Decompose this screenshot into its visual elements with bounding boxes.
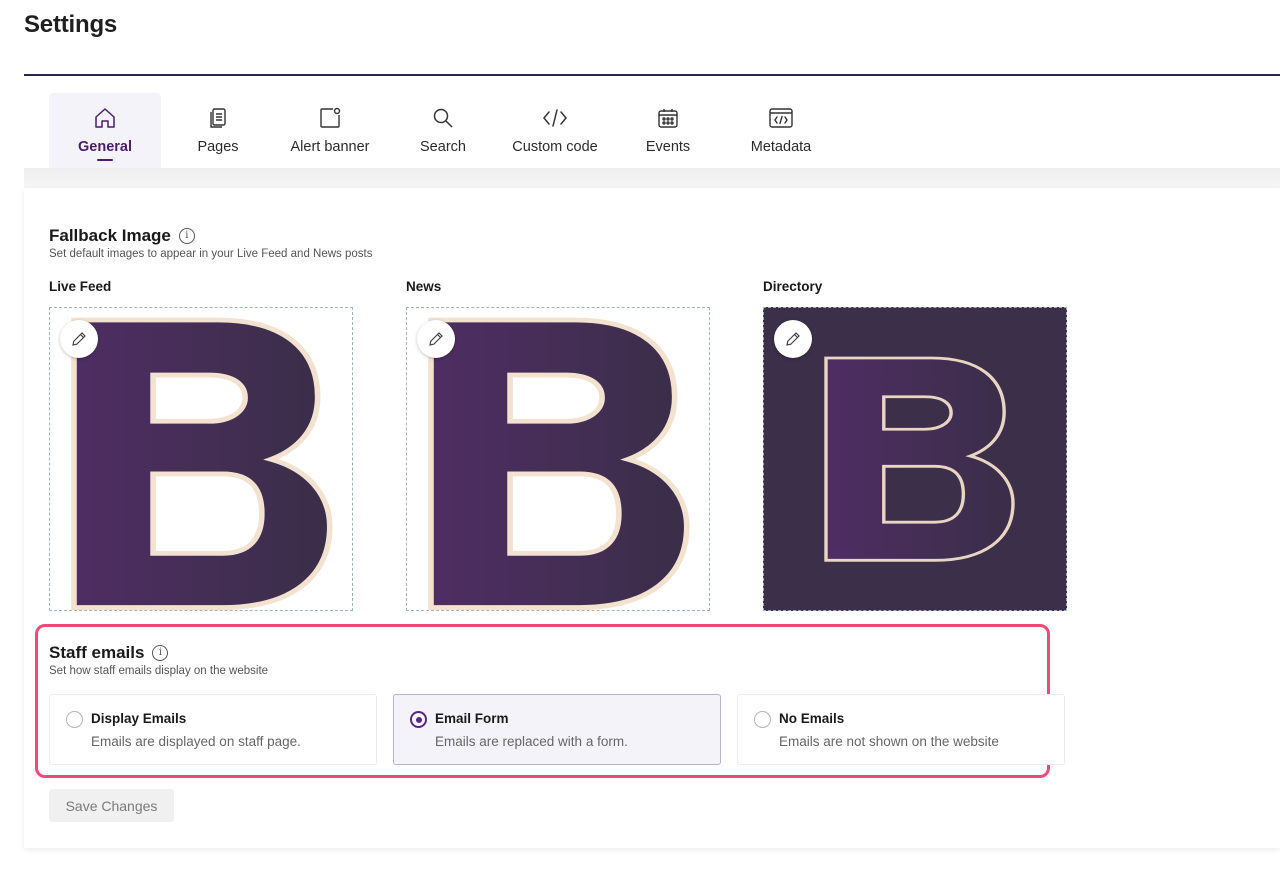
tab-label: Events <box>645 139 691 155</box>
live-feed-label: Live Feed <box>49 279 112 294</box>
save-changes-button[interactable]: Save Changes <box>49 789 174 822</box>
staff-emails-heading: Staff emails i <box>49 643 169 663</box>
edit-directory-image-button[interactable] <box>774 320 812 358</box>
pencil-icon <box>72 332 86 346</box>
edit-live-feed-image-button[interactable] <box>60 320 98 358</box>
section-title-text: Staff emails <box>49 643 145 662</box>
tab-pages[interactable]: Pages <box>162 93 274 168</box>
option-description: Emails are not shown on the website <box>779 734 999 749</box>
option-description: Emails are replaced with a form. <box>435 734 628 749</box>
home-icon <box>92 105 118 131</box>
tab-custom-code[interactable]: Custom code <box>499 93 611 168</box>
calendar-icon <box>655 105 681 131</box>
live-feed-image[interactable] <box>49 307 353 611</box>
tab-alert-banner[interactable]: Alert banner <box>274 93 386 168</box>
option-display-emails[interactable]: Display Emails Emails are displayed on s… <box>49 694 377 765</box>
pages-icon <box>205 105 231 131</box>
tab-general[interactable]: General <box>49 93 161 168</box>
info-icon[interactable]: i <box>178 228 195 244</box>
pencil-icon <box>786 332 800 346</box>
fallback-image-heading: Fallback Image i <box>49 226 195 246</box>
option-no-emails[interactable]: No Emails Emails are not shown on the we… <box>737 694 1065 765</box>
option-title: No Emails <box>779 711 845 726</box>
option-title: Display Emails <box>91 711 187 726</box>
alert-banner-icon <box>317 105 343 131</box>
code-icon <box>542 105 568 131</box>
fallback-image-subtitle: Set default images to appear in your Liv… <box>49 248 373 260</box>
tab-label: Custom code <box>512 139 598 155</box>
radio-button-selected[interactable] <box>410 711 427 728</box>
option-email-form[interactable]: Email Form Emails are replaced with a fo… <box>393 694 721 765</box>
edit-news-image-button[interactable] <box>417 320 455 358</box>
page-title: Settings <box>24 11 118 38</box>
metadata-icon <box>768 105 794 131</box>
logo-b-icon <box>824 356 1015 563</box>
option-description: Emails are displayed on staff page. <box>91 734 301 749</box>
pencil-icon <box>429 332 443 346</box>
tab-panel-shadow <box>24 168 1280 190</box>
search-icon <box>430 105 456 131</box>
news-image[interactable] <box>406 307 710 611</box>
tab-label: Metadata <box>750 139 812 155</box>
tab-label: General <box>78 139 132 155</box>
directory-label: Directory <box>763 279 823 294</box>
tab-search[interactable]: Search <box>387 93 499 168</box>
tab-events[interactable]: Events <box>612 93 724 168</box>
staff-emails-subtitle: Set how staff emails display on the webs… <box>49 665 269 677</box>
logo-b-icon <box>50 308 353 611</box>
section-title-text: Fallback Image <box>49 226 171 245</box>
info-icon[interactable]: i <box>152 645 169 661</box>
active-tab-indicator <box>97 159 113 161</box>
directory-image[interactable] <box>763 307 1067 611</box>
tab-label: Alert banner <box>290 139 370 155</box>
settings-tab-bar: General Pages Alert banner Search Custom… <box>24 76 1280 168</box>
tab-label: Search <box>420 139 466 155</box>
radio-button[interactable] <box>66 711 83 728</box>
tab-metadata[interactable]: Metadata <box>725 93 837 168</box>
option-title: Email Form <box>435 711 509 726</box>
news-label: News <box>406 279 442 294</box>
tab-label: Pages <box>197 139 239 155</box>
logo-b-icon <box>407 308 710 611</box>
radio-button[interactable] <box>754 711 771 728</box>
